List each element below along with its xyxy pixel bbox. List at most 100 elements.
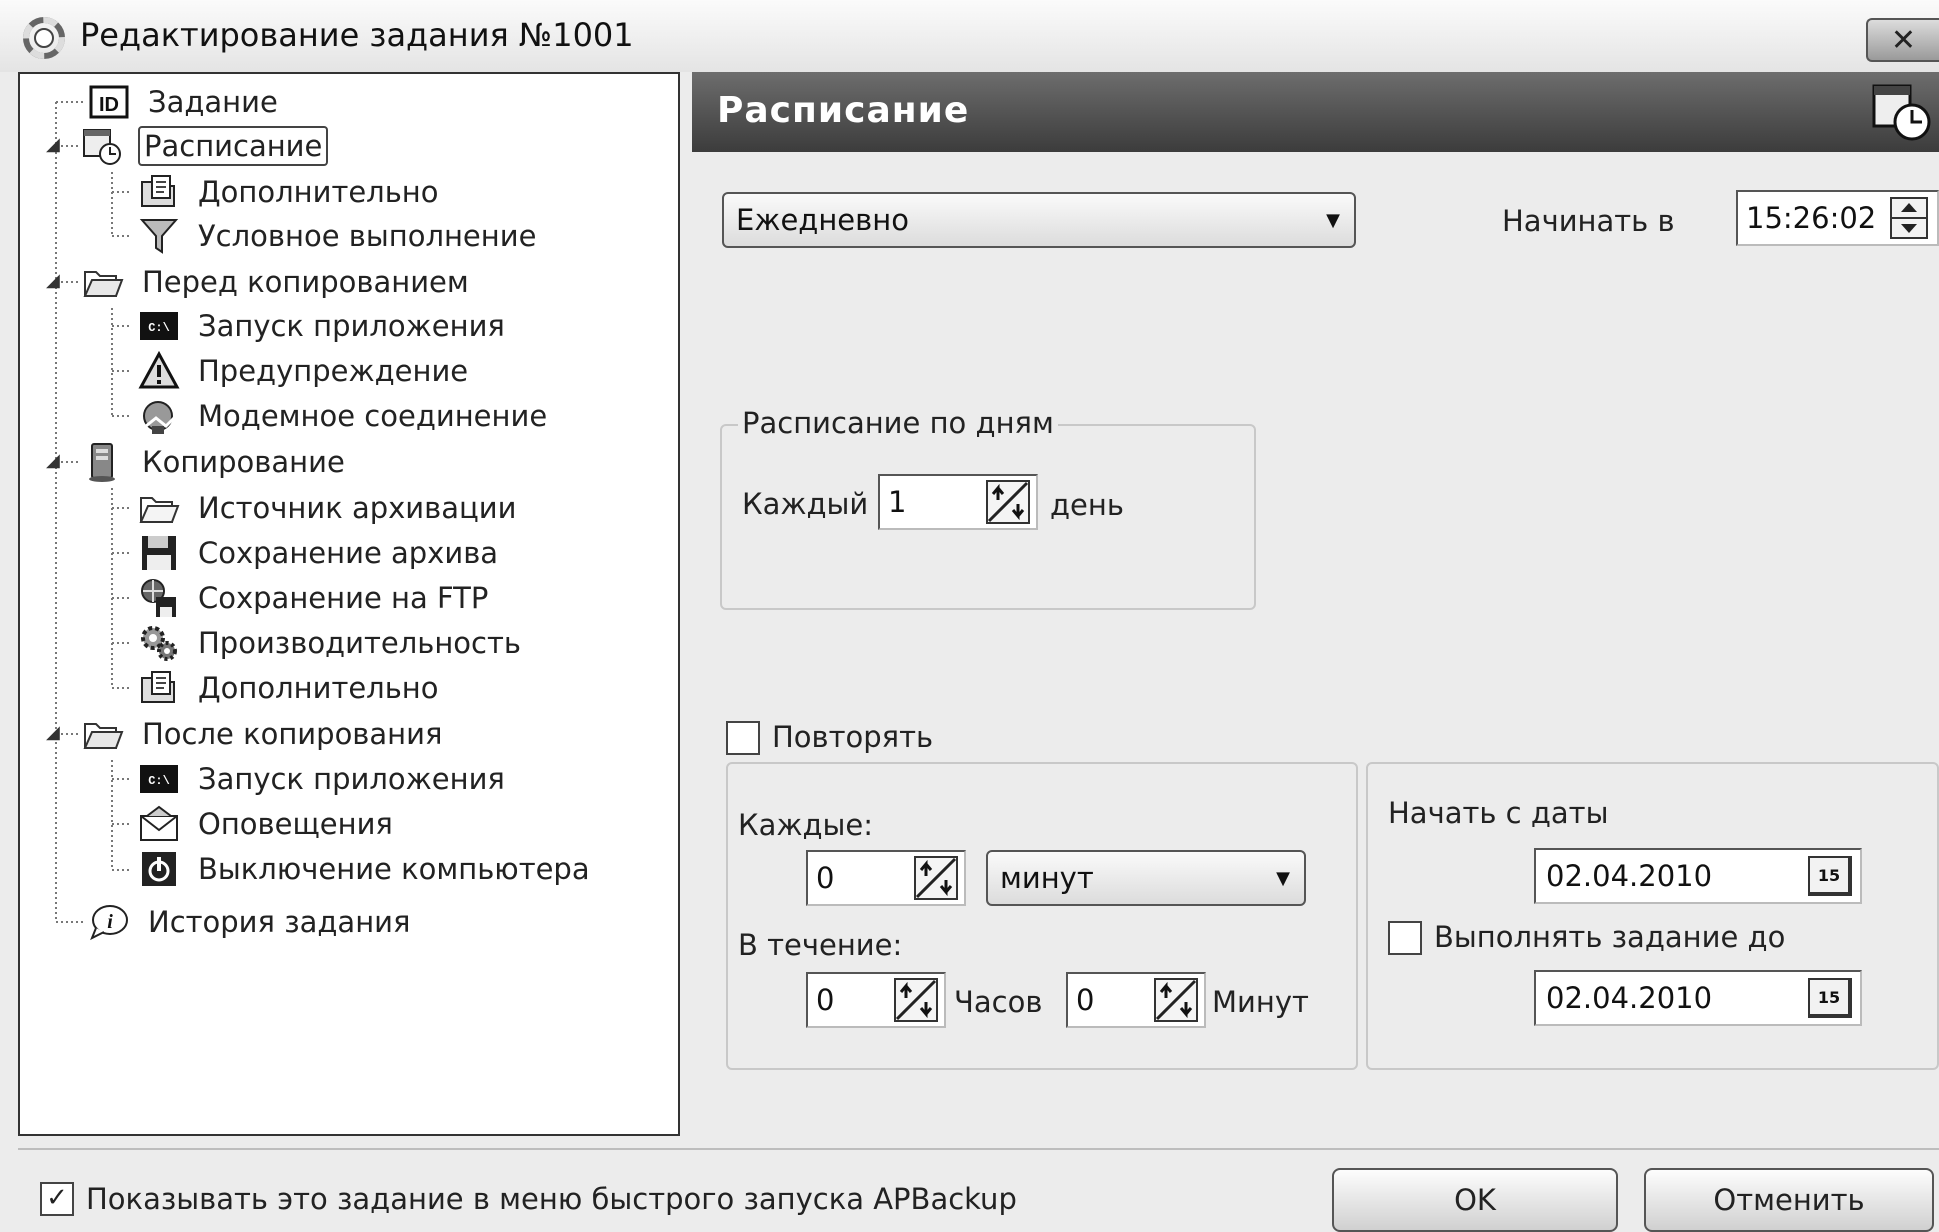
schedule-icon xyxy=(80,124,126,168)
every-day-value: 1 xyxy=(888,485,907,519)
tree-item-conditional[interactable]: Условное выполнение xyxy=(136,214,540,258)
panel-header: Расписание xyxy=(692,72,1939,152)
tree-item-notifications[interactable]: Оповещения xyxy=(136,802,397,846)
repeat-every-input[interactable]: 0 xyxy=(806,850,966,906)
repeat-unit-value: минут xyxy=(1000,861,1094,895)
calendar-icon[interactable]: 15 xyxy=(1808,856,1852,896)
start-time-field[interactable]: 15:26:02 xyxy=(1736,190,1939,246)
repeat-every-spinner-icon[interactable] xyxy=(912,854,960,902)
svg-text:C:\: C:\ xyxy=(148,774,170,788)
warning-icon xyxy=(136,349,182,393)
svg-text:C:\: C:\ xyxy=(148,321,170,335)
frequency-value: Ежедневно xyxy=(736,203,909,237)
chevron-down-icon: ▼ xyxy=(1276,867,1290,889)
tree-item-copy-advanced[interactable]: Дополнительно xyxy=(136,666,443,710)
until-checkbox[interactable] xyxy=(1388,921,1422,955)
during-label: В течение: xyxy=(738,928,903,962)
days-schedule-title: Расписание по дням xyxy=(738,406,1058,440)
advanced-icon xyxy=(136,170,182,214)
copy-icon xyxy=(80,440,126,484)
expand-arrow-icon[interactable]: ◢ xyxy=(46,450,60,471)
expand-arrow-icon[interactable]: ◢ xyxy=(46,270,60,291)
info-icon: i xyxy=(86,900,132,944)
until-date-field[interactable]: 02.04.2010 15 xyxy=(1534,970,1862,1026)
repeat-label: Повторять xyxy=(772,720,934,754)
expand-arrow-icon[interactable]: ◢ xyxy=(46,722,60,743)
repeat-every-value: 0 xyxy=(816,861,835,895)
schedule-clock-icon xyxy=(1872,84,1931,141)
tree-item-modem[interactable]: Модемное соединение xyxy=(136,394,551,438)
gears-icon xyxy=(136,621,182,665)
tree-item-task[interactable]: ID Задание xyxy=(86,80,282,124)
tree-item-after-copy[interactable]: После копирования xyxy=(80,712,446,756)
day-spinner-icon[interactable] xyxy=(984,478,1032,526)
tree-item-copy[interactable]: Копирование xyxy=(80,440,349,484)
folder-open-icon xyxy=(80,260,126,304)
panel-title: Расписание xyxy=(717,90,970,131)
advanced-icon xyxy=(136,666,182,710)
app-lifebuoy-icon xyxy=(23,17,65,59)
folder-icon xyxy=(136,486,182,530)
console-icon: C:\ xyxy=(136,304,182,348)
close-button[interactable]: ✕ xyxy=(1866,18,1939,62)
settings-tree: ◢ ◢ ◢ ◢ ID Задание Расписание Дополнител… xyxy=(18,72,680,1136)
modem-icon xyxy=(136,394,182,438)
tree-item-before-copy[interactable]: Перед копированием xyxy=(80,260,473,304)
hours-label: Часов xyxy=(954,985,1043,1019)
start-time-value: 15:26:02 xyxy=(1746,201,1877,235)
tree-item-warning[interactable]: Предупреждение xyxy=(136,349,472,393)
repeat-unit-select[interactable]: минут ▼ xyxy=(986,850,1306,906)
window-title: Редактирование задания №1001 xyxy=(80,16,634,54)
tree-item-save-ftp[interactable]: Сохранение на FTP xyxy=(136,576,492,620)
id-icon: ID xyxy=(86,80,132,124)
ok-button[interactable]: OK xyxy=(1332,1168,1618,1232)
title-bar: Редактирование задания №1001 ✕ xyxy=(0,0,1939,72)
quick-launch-checkbox[interactable]: ✓ xyxy=(40,1182,74,1216)
start-at-label: Начинать в xyxy=(1502,204,1675,238)
tree-item-shutdown[interactable]: Выключение компьютера xyxy=(136,847,594,891)
start-date-field[interactable]: 02.04.2010 15 xyxy=(1534,848,1862,904)
repeat-checkbox[interactable] xyxy=(726,721,760,755)
chevron-down-icon: ▼ xyxy=(1326,209,1340,231)
frequency-select[interactable]: Ежедневно ▼ xyxy=(722,192,1356,248)
tree-item-run-app-before[interactable]: C:\ Запуск приложения xyxy=(136,304,509,348)
hours-input[interactable]: 0 xyxy=(806,972,946,1028)
every-day-label: Каждый xyxy=(742,487,869,521)
console-icon: C:\ xyxy=(136,757,182,801)
envelope-icon xyxy=(136,802,182,846)
tree-item-schedule[interactable]: Расписание xyxy=(80,124,329,168)
every-day-input[interactable]: 1 xyxy=(878,474,1038,530)
tree-item-save-archive[interactable]: Сохранение архива xyxy=(136,531,502,575)
cancel-button[interactable]: Отменить xyxy=(1644,1168,1934,1232)
quick-launch-label: Показывать это задание в меню быстрого з… xyxy=(86,1182,1017,1216)
minutes-value: 0 xyxy=(1076,983,1095,1017)
calendar-icon[interactable]: 15 xyxy=(1808,978,1852,1018)
close-icon: ✕ xyxy=(1890,22,1917,58)
minutes-spinner-icon[interactable] xyxy=(1152,976,1200,1024)
hours-value: 0 xyxy=(816,983,835,1017)
tree-item-archive-source[interactable]: Источник архивации xyxy=(136,486,520,530)
time-spinner-icon[interactable] xyxy=(1885,194,1933,242)
tree-item-performance[interactable]: Производительность xyxy=(136,621,525,665)
hours-spinner-icon[interactable] xyxy=(892,976,940,1024)
start-date-value: 02.04.2010 xyxy=(1546,859,1713,893)
svg-text:ID: ID xyxy=(99,94,119,116)
svg-text:i: i xyxy=(107,911,113,933)
power-icon xyxy=(136,847,182,891)
tree-item-history[interactable]: i История задания xyxy=(86,900,414,944)
expand-arrow-icon[interactable]: ◢ xyxy=(46,134,60,155)
every-label: Каждые: xyxy=(738,808,874,842)
tree-item-schedule-advanced[interactable]: Дополнительно xyxy=(136,170,443,214)
minutes-label: Минут xyxy=(1212,985,1309,1019)
until-label: Выполнять задание до xyxy=(1434,920,1786,954)
minutes-input[interactable]: 0 xyxy=(1066,972,1206,1028)
footer-divider xyxy=(18,1148,1939,1150)
floppy-icon xyxy=(136,531,182,575)
day-unit-label: день xyxy=(1050,488,1124,522)
until-date-value: 02.04.2010 xyxy=(1546,981,1713,1015)
checkmark-icon: ✓ xyxy=(46,1183,68,1213)
filter-icon xyxy=(136,214,182,258)
start-date-label: Начать с даты xyxy=(1388,796,1609,830)
tree-item-run-app-after[interactable]: C:\ Запуск приложения xyxy=(136,757,509,801)
folder-open-icon xyxy=(80,712,126,756)
